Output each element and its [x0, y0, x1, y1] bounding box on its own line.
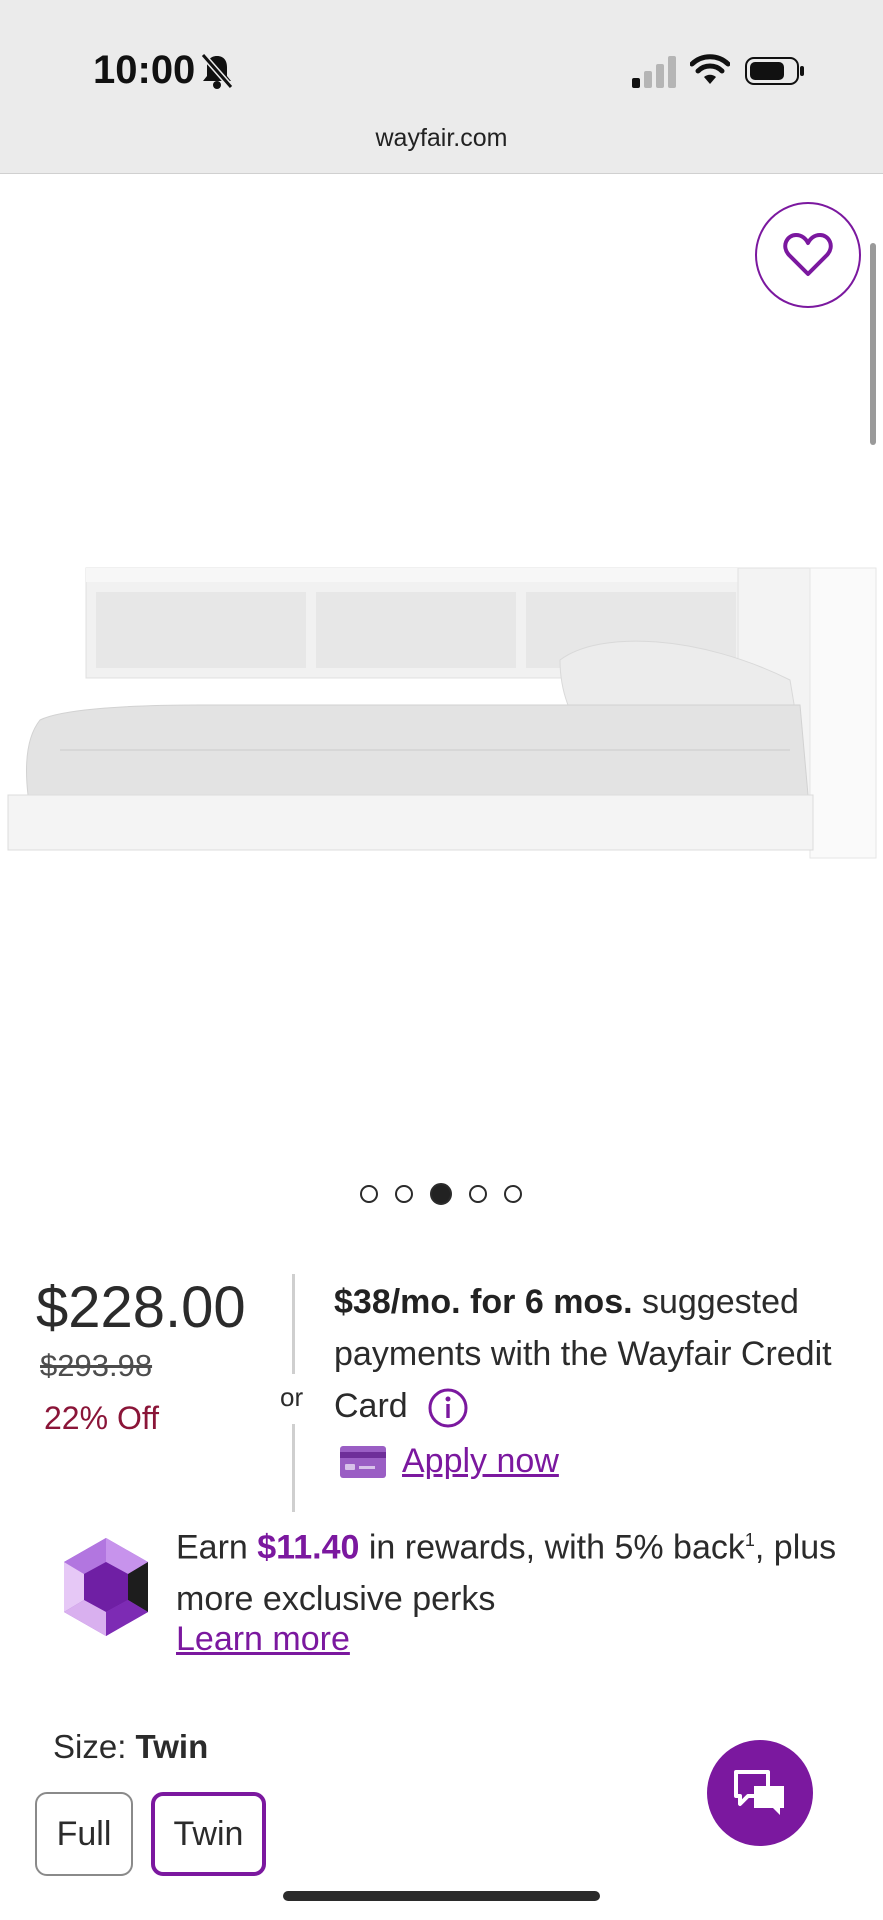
financing-offer: $38/mo. for 6 mos. suggested payments wi…	[334, 1276, 864, 1432]
apply-now-link[interactable]: Apply now	[402, 1442, 559, 1481]
heart-icon	[783, 233, 833, 276]
credit-card-icon	[340, 1445, 386, 1478]
wifi-icon	[690, 54, 730, 84]
current-price: $228.00	[36, 1275, 246, 1340]
size-option-full[interactable]: Full	[35, 1792, 133, 1876]
info-icon[interactable]	[427, 1387, 469, 1429]
rewards-footnote: 1	[744, 1530, 755, 1550]
url-bar[interactable]: wayfair.com	[0, 124, 883, 153]
product-image-daybed	[7, 567, 877, 859]
gallery-dot-5[interactable]	[504, 1185, 522, 1203]
rewards-text: in rewards, with 5% back	[359, 1528, 745, 1567]
page-scrollbar[interactable]	[870, 243, 876, 445]
size-selected-value: Twin	[135, 1728, 209, 1765]
learn-more-link[interactable]: Learn more	[176, 1620, 350, 1659]
financing-amount: $38/mo. for 6 mos.	[334, 1283, 633, 1321]
discount-label: 22% Off	[44, 1400, 160, 1436]
rewards-offer: Earn $11.40 in rewards, with 5% back1, p…	[176, 1514, 866, 1625]
divider	[292, 1274, 295, 1374]
rewards-amount: $11.40	[257, 1528, 360, 1567]
bell-slash-icon	[200, 53, 234, 89]
gallery-dot-3-active[interactable]	[430, 1183, 452, 1205]
or-separator: or	[280, 1382, 304, 1412]
battery-icon	[745, 57, 804, 85]
gallery-dot-1[interactable]	[360, 1185, 378, 1203]
signal-icon	[632, 56, 676, 88]
apply-now-link-row[interactable]: Apply now	[340, 1442, 559, 1481]
divider	[292, 1424, 295, 1512]
rewards-gem-icon	[64, 1538, 148, 1636]
gallery-pagination	[360, 1183, 522, 1205]
gallery-dot-4[interactable]	[469, 1185, 487, 1203]
browser-top-bar: 10:00 wayfair.com	[0, 0, 883, 174]
size-option-twin-selected[interactable]: Twin	[151, 1792, 266, 1876]
original-price: $293.98	[40, 1348, 153, 1383]
rewards-earn-prefix: Earn	[176, 1528, 258, 1567]
status-time: 10:00	[93, 48, 196, 92]
home-indicator[interactable]	[283, 1891, 600, 1901]
chat-bubbles-icon	[734, 1770, 784, 1815]
gallery-dot-2[interactable]	[395, 1185, 413, 1203]
chat-button[interactable]	[707, 1740, 813, 1846]
favorite-button[interactable]	[755, 202, 861, 308]
size-label: Size: Twin	[53, 1728, 208, 1766]
size-label-prefix: Size:	[53, 1728, 136, 1765]
